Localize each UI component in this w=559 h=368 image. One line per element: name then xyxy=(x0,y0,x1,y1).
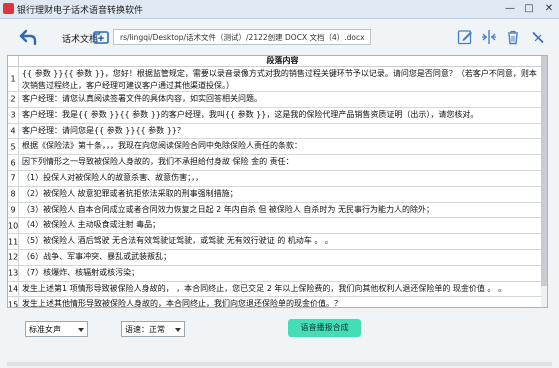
row-index: 8 xyxy=(8,186,19,202)
row-index-label: 3 xyxy=(10,110,16,120)
speed-select-value: 语速：正常 xyxy=(125,325,165,334)
content-column-header: 段落内容 xyxy=(266,56,299,65)
row-text: {{ 参数 }}{{ 参数 }}，您好！根据监管规定，需要以录音录像方式对我的销… xyxy=(22,69,537,90)
row-index-label: 12 xyxy=(8,252,19,262)
row-text: （4）被保险人 主动吸食或注射 毒品； xyxy=(22,220,161,230)
table-row[interactable]: 6 因下列情形之一导致被保险人身故的，我们不承担给付身故 保险 金的 责任： xyxy=(8,155,547,171)
chevron-down-icon xyxy=(78,328,84,332)
paragraph-table: 段落内容 1 {{ 参数 }}{{ 参数 }}，您好！根据监管规定，需要以录音录像… xyxy=(7,55,548,308)
row-index: 12 xyxy=(8,249,19,265)
synthesize-button[interactable]: 语音播报合成 xyxy=(288,319,361,337)
chevron-down-icon xyxy=(175,328,181,332)
table-header: 段落内容 xyxy=(8,56,547,67)
row-text: （2）被保险人 故意犯罪或者抗拒依法采取的刑事强制措施； xyxy=(22,188,238,198)
toolbar: 话术文档 rs/lingqi/Desktop/话术文件（测试）/2122创建 D… xyxy=(0,19,559,55)
row-index-label: 8 xyxy=(10,189,16,199)
row-index: 2 xyxy=(8,92,19,107)
table-row[interactable]: 7 （1）投保人对被保险人的故意杀害、故意伤害；，， xyxy=(8,170,547,187)
row-index: 7 xyxy=(8,170,19,186)
row-index-label: 7 xyxy=(10,173,16,183)
table-row[interactable]: 8 （2）被保险人 故意犯罪或者抗拒依法采取的刑事强制措施； xyxy=(8,186,547,203)
title-bar: 银行理财电子话术语音转换软件 — □ ✕ xyxy=(0,0,559,19)
vertical-scrollbar[interactable] xyxy=(541,56,547,307)
table-row[interactable]: 11 （5）被保险人 酒后驾驶 无合法有效驾驶证驾驶，或驾驶 无有效行驶证 的 机… xyxy=(8,234,547,250)
row-text: 根据《保险法》第十条，，，我现在向您阅读保险合同中免除保险人责任的条款： xyxy=(22,141,302,151)
table-row[interactable]: 15 发生上述其他情形导致被保险人身故的，本合同终止，我们向您退还保险单的现金价值… xyxy=(8,297,547,308)
table-row[interactable]: 10 （4）被保险人 主动吸食或注射 毒品； xyxy=(8,218,547,235)
split-icon[interactable] xyxy=(481,29,497,45)
window-title: 银行理财电子话术语音转换软件 xyxy=(17,6,144,16)
file-path-input[interactable]: rs/lingqi/Desktop/话术文件（测试）/2122创建 DOCX 文… xyxy=(113,29,371,45)
row-text: （5）被保险人 酒后驾驶 无合法有效驾驶证驾驶，或驾驶 无有效行驶证 的 机动车… xyxy=(22,236,333,246)
scrollbar-thumb[interactable] xyxy=(541,56,547,286)
table-row[interactable]: 12 （6）战争、军事冲突、暴乱或武装叛乱； xyxy=(8,249,547,266)
row-text: 发生上述第1 项情形导致被保险人身故的， ，本合同终止，您已交足 2 年以上保险… xyxy=(22,283,506,293)
edit-icon[interactable] xyxy=(457,29,473,45)
maximize-button[interactable]: □ xyxy=(519,0,539,17)
table-row[interactable]: 3 客户经理：我是{{ 参数 }}{{ 参数 }}的客户经理，我叫{{ 参数 }}… xyxy=(8,107,547,124)
row-text: 发生上述其他情形导致被保险人身故的，本合同终止，我们向您退还保险单的现金价值。？ xyxy=(22,299,342,308)
row-index-label: 5 xyxy=(10,142,16,152)
bottom-controls: 标准女声 语速：正常 语音播报合成 xyxy=(0,310,559,360)
app-icon xyxy=(3,3,14,14)
minimize-button[interactable]: — xyxy=(500,0,520,17)
row-index: 10 xyxy=(8,218,19,234)
horizontal-scrollbar[interactable] xyxy=(7,362,552,366)
delete-icon[interactable] xyxy=(505,29,521,45)
row-index: 9 xyxy=(8,202,19,218)
row-index-label: 15 xyxy=(8,300,19,308)
table-row[interactable]: 13 （7）核爆炸、核辐射或核污染； xyxy=(8,265,547,282)
table-row[interactable]: 5 根据《保险法》第十条，，，我现在向您阅读保险合同中免除保险人责任的条款： xyxy=(8,139,547,156)
row-index: 11 xyxy=(8,234,19,249)
table-row[interactable]: 2 客户经理：请您认真阅读签署文件的具体内容，如实回答相关问题。 xyxy=(8,92,547,108)
row-text: 因下列情形之一导致被保险人身故的，我们不承担给付身故 保险 金的 责任： xyxy=(22,157,294,167)
row-index-label: 1 xyxy=(10,74,16,84)
row-index-label: 6 xyxy=(10,158,16,168)
row-index-label: 11 xyxy=(8,237,19,247)
row-index: 15 xyxy=(8,297,19,308)
row-index-label: 4 xyxy=(10,126,16,136)
row-index: 1 xyxy=(8,67,19,91)
row-text: 客户经理：请您认真阅读签署文件的具体内容，如实回答相关问题。 xyxy=(22,94,262,103)
row-index: 6 xyxy=(8,155,19,170)
row-index-label: 13 xyxy=(8,268,19,278)
speed-select[interactable]: 语速：正常 xyxy=(121,321,185,337)
table-body: 1 {{ 参数 }}{{ 参数 }}，您好！根据监管规定，需要以录音录像方式对我的… xyxy=(8,67,547,308)
row-index: 14 xyxy=(8,281,19,297)
row-text: （7）核爆炸、核辐射或核污染； xyxy=(22,267,140,277)
row-index-label: 9 xyxy=(10,205,16,215)
row-text: （6）战争、军事冲突、暴乱或武装叛乱； xyxy=(22,251,172,261)
row-index: 3 xyxy=(8,107,19,123)
table-row[interactable]: 14 发生上述第1 项情形导致被保险人身故的， ，本合同终止，您已交足 2 年以上… xyxy=(8,281,547,298)
row-text: 客户经理：我是{{ 参数 }}{{ 参数 }}的客户经理，我叫{{ 参数 }}，… xyxy=(22,109,479,119)
row-text: （1）投保人对被保险人的故意杀害、故意伤害；，， xyxy=(22,172,204,182)
row-index-label: 10 xyxy=(8,221,19,231)
clear-icon[interactable] xyxy=(530,29,546,45)
voice-select[interactable]: 标准女声 xyxy=(25,321,88,337)
row-index: 5 xyxy=(8,139,19,155)
row-index-label: 2 xyxy=(10,94,16,104)
table-row[interactable]: 1 {{ 参数 }}{{ 参数 }}，您好！根据监管规定，需要以录音录像方式对我的… xyxy=(8,67,547,92)
table-row[interactable]: 9 （3）被保险人 自本合同成立或者合同效力恢复之日起 2 年内自杀 但 被保险人… xyxy=(8,202,547,219)
add-file-icon[interactable] xyxy=(93,29,109,45)
voice-select-value: 标准女声 xyxy=(29,325,61,334)
row-text: 客户经理：请问您是{{ 参数 }}{{ 参数 }}？ xyxy=(22,125,185,135)
table-row[interactable]: 4 客户经理：请问您是{{ 参数 }}{{ 参数 }}？ xyxy=(8,123,547,140)
back-arrow-icon[interactable] xyxy=(18,28,38,46)
close-button[interactable]: ✕ xyxy=(539,0,559,17)
row-index: 13 xyxy=(8,265,19,281)
row-text: （3）被保险人 自本合同成立或者合同效力恢复之日起 2 年内自杀 但 被保险人 … xyxy=(22,204,434,214)
row-index-label: 14 xyxy=(8,284,19,294)
row-index: 4 xyxy=(8,123,19,139)
